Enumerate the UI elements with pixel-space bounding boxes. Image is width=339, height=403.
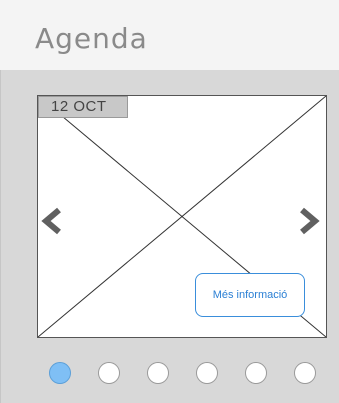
app-header: Agenda	[0, 0, 339, 70]
pagination-dot[interactable]	[245, 362, 267, 384]
next-slide-button[interactable]	[294, 203, 324, 239]
previous-slide-button[interactable]	[37, 203, 67, 239]
pagination-dot[interactable]	[98, 362, 120, 384]
chevron-right-icon	[300, 207, 320, 235]
pagination-dot[interactable]	[147, 362, 169, 384]
pagination-dots	[1, 360, 339, 388]
pagination-dot[interactable]	[196, 362, 218, 384]
chevron-left-icon	[41, 207, 61, 235]
more-info-button[interactable]: Més informació	[195, 273, 305, 317]
event-slide[interactable]: 12 OCT Més informació	[37, 95, 327, 338]
pagination-dot[interactable]	[294, 362, 316, 384]
agenda-carousel: 12 OCT Més informació	[0, 70, 339, 403]
event-date-badge: 12 OCT	[38, 96, 128, 118]
page-title: Agenda	[35, 22, 148, 55]
pagination-dot[interactable]	[49, 362, 71, 384]
